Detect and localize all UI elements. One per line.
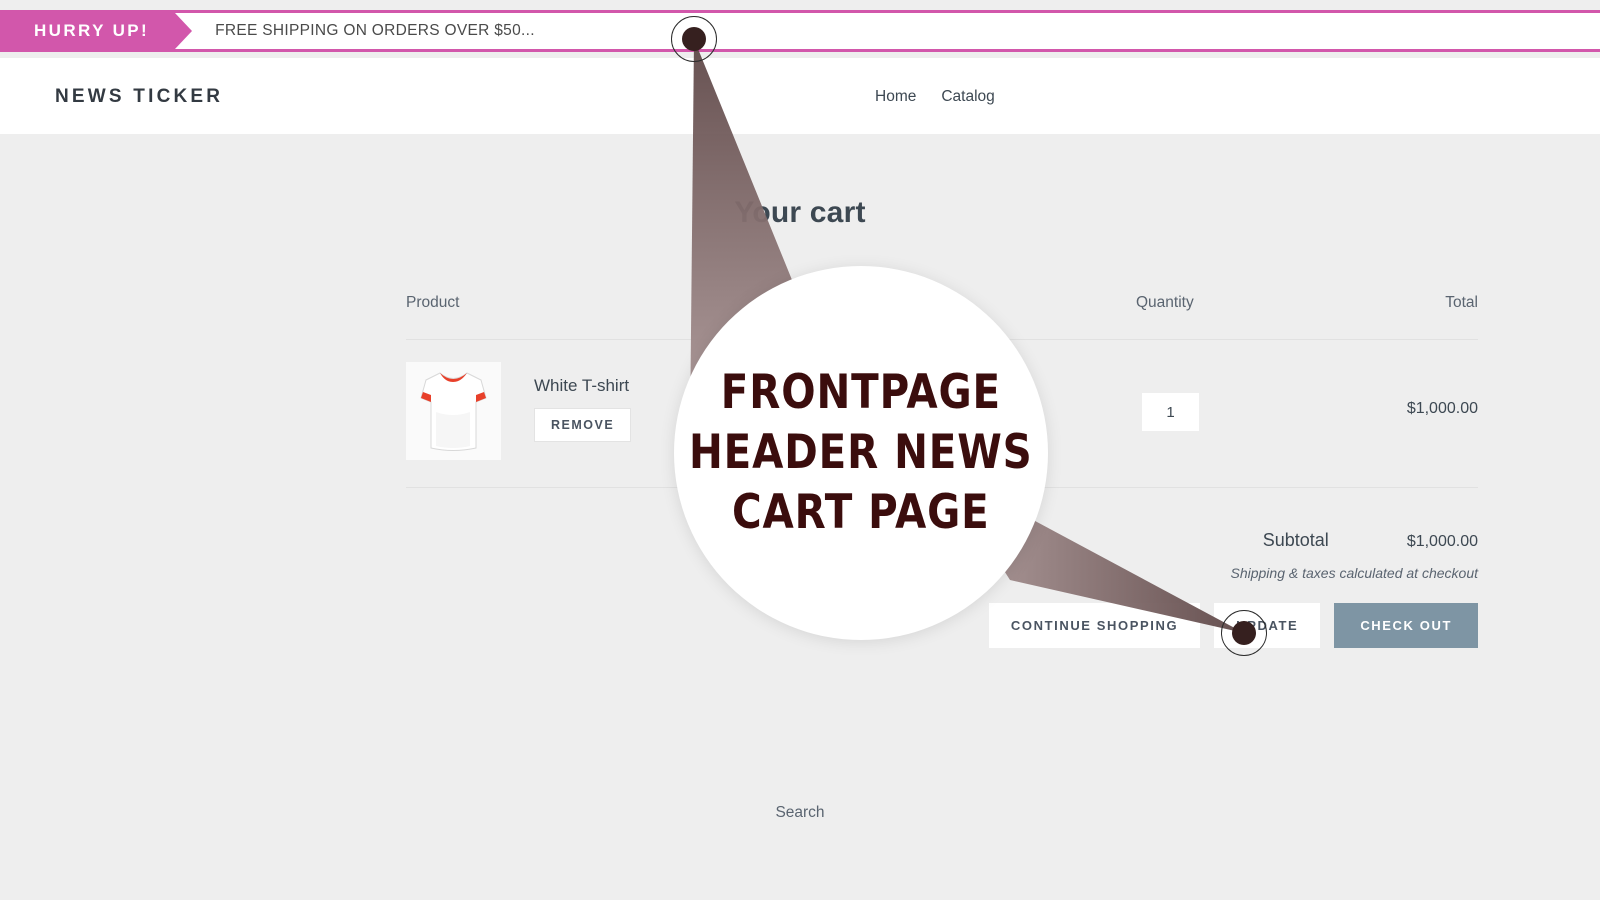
quantity-input[interactable]: [1142, 393, 1199, 431]
column-header-quantity: Quantity: [1136, 294, 1194, 311]
subtotal-label: Subtotal: [1262, 530, 1329, 550]
shipping-note: Shipping & taxes calculated at checkout: [1230, 565, 1479, 581]
column-header-total: Total: [1445, 294, 1478, 311]
cart-table-header: Product Quantity Total: [406, 294, 1478, 340]
subtotal-value: $1,000.00: [1406, 533, 1478, 550]
line-item-total: $1,000.00: [1406, 400, 1478, 417]
update-button[interactable]: UPDATE: [1214, 603, 1321, 648]
continue-shopping-button[interactable]: CONTINUE SHOPPING: [988, 603, 1201, 648]
page-title: Your cart: [734, 196, 866, 229]
cart-actions: CONTINUE SHOPPING UPDATE CHECK OUT: [406, 603, 1478, 648]
announcement-badge-label: HURRY UP!: [34, 21, 150, 40]
announcement-bar: HURRY UP! FREE SHIPPING ON ORDERS OVER $…: [0, 10, 1600, 52]
remove-button[interactable]: REMOVE: [534, 408, 632, 442]
product-info: White T-shirt REMOVE: [534, 376, 934, 442]
table-row: White T-shirt REMOVE $1,000.00: [406, 340, 1478, 488]
footer-link-search[interactable]: Search: [775, 804, 824, 821]
main-navigation: Home Catalog: [875, 88, 995, 106]
cart-table: Product Quantity Total White T-shirt REM…: [406, 294, 1478, 648]
checkout-button[interactable]: CHECK OUT: [1334, 603, 1478, 648]
footer-links: Search: [0, 804, 1600, 822]
nav-item-home[interactable]: Home: [875, 88, 916, 106]
announcement-badge: HURRY UP!: [0, 13, 193, 49]
product-thumbnail[interactable]: [406, 362, 501, 460]
main-content: Your cart Product Quantity Total White T…: [0, 134, 1600, 900]
site-header: NEWS TICKER Home Catalog: [0, 58, 1600, 134]
site-brand[interactable]: NEWS TICKER: [55, 86, 223, 108]
column-header-product: Product: [406, 294, 460, 311]
nav-item-catalog[interactable]: Catalog: [941, 88, 994, 106]
announcement-message-wrap[interactable]: FREE SHIPPING ON ORDERS OVER $50...: [175, 13, 535, 49]
subtotal-row: Subtotal $1,000.00: [406, 530, 1478, 551]
cart-footer: Subtotal $1,000.00 Shipping & taxes calc…: [406, 488, 1478, 648]
announcement-message: FREE SHIPPING ON ORDERS OVER $50...: [215, 22, 535, 39]
product-name[interactable]: White T-shirt: [534, 376, 934, 396]
page-root: HURRY UP! FREE SHIPPING ON ORDERS OVER $…: [0, 0, 1600, 900]
